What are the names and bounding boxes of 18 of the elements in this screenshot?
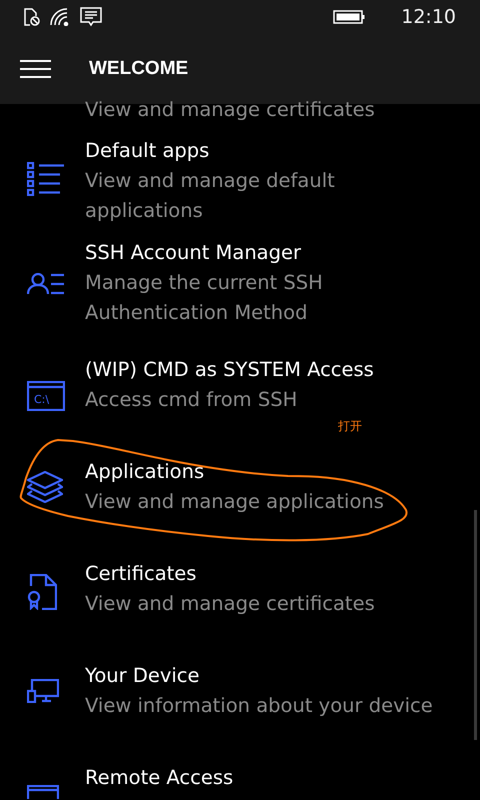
item-description: Access cmd from SSH <box>85 387 298 413</box>
item-title: SSH Account Manager <box>85 240 302 266</box>
clock-time: 12:10 <box>401 6 456 28</box>
item-title: Certificates <box>85 561 196 587</box>
item-description: View and manage default applications <box>85 168 336 224</box>
item-description: Manage the current SSH Authentication Method <box>85 270 324 326</box>
page-title: WELCOME <box>89 58 188 80</box>
item-description: View and manage applications <box>85 489 384 515</box>
item-title: Your Device <box>85 663 200 689</box>
item-description: View and manage certificates <box>85 98 375 122</box>
item-title: Default apps <box>85 138 210 164</box>
item-description: View and manage certificates <box>85 591 375 617</box>
item-title: Remote Access <box>85 765 234 791</box>
annotation-note: 打开 <box>338 418 362 435</box>
item-title: (WIP) CMD as SYSTEM Access <box>85 357 374 383</box>
command-prompt-icon: C:\ <box>27 381 65 411</box>
item-description: View information about your device <box>85 693 433 719</box>
item-title: Applications <box>85 459 204 485</box>
